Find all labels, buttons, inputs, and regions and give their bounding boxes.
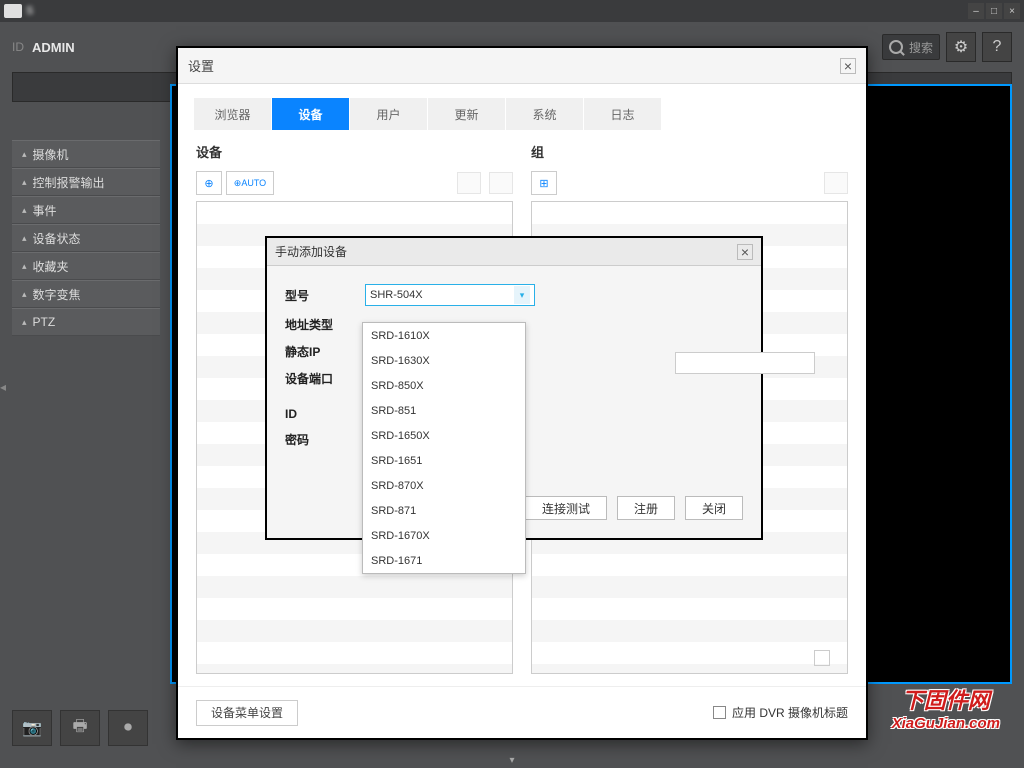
remove-device-button xyxy=(457,172,481,194)
id-label: ID xyxy=(12,40,24,54)
sidebar-item-alarm-output[interactable]: ▴ 控制报警输出 xyxy=(12,168,160,196)
settings-tabs: 浏览器 设备 用户 更新 系统 日志 xyxy=(194,98,850,130)
static-ip-label: 静态IP xyxy=(285,343,355,360)
close-icon[interactable]: × xyxy=(840,58,856,74)
close-icon[interactable]: × xyxy=(737,244,753,260)
window-titlebar: S – □ × xyxy=(0,0,1024,22)
add-device-title: 手动添加设备 xyxy=(275,243,347,260)
model-dropdown-list: SRD-1610X SRD-1630X SRD-850X SRD-851 SRD… xyxy=(362,322,526,574)
sidebar-item-ptz[interactable]: ▴ PTZ xyxy=(12,308,160,336)
sidebar-item-label: 控制报警输出 xyxy=(33,174,105,191)
app-name: S xyxy=(26,5,33,17)
dropdown-option[interactable]: SRD-1650X xyxy=(363,423,525,448)
chevron-up-icon: ▴ xyxy=(22,149,27,160)
connection-test-button[interactable]: 连接测试 xyxy=(525,496,607,520)
sidebar-item-label: 设备状态 xyxy=(33,230,81,247)
watermark-en: XiaGuJian.com xyxy=(892,715,1000,732)
tab-log[interactable]: 日志 xyxy=(584,98,662,130)
camera-auto-icon: ⊕ xyxy=(234,178,242,189)
app-logo-icon xyxy=(4,4,22,18)
close-button[interactable]: 关闭 xyxy=(685,496,743,520)
model-combobox[interactable]: SHR-504X ▾ xyxy=(365,284,535,306)
search-placeholder: 搜索 xyxy=(909,39,933,56)
static-ip-input[interactable] xyxy=(675,352,815,374)
dropdown-option[interactable]: SRD-1630X xyxy=(363,348,525,373)
watermark-cn: 下固件网 xyxy=(892,683,1000,715)
print-button[interactable]: 🖶 xyxy=(60,710,100,746)
password-label: 密码 xyxy=(285,431,355,448)
dropdown-option[interactable]: SRD-1651 xyxy=(363,448,525,473)
settings-button[interactable]: ⚙ xyxy=(946,32,976,62)
sidebar-item-label: PTZ xyxy=(33,315,56,329)
chevron-up-icon: ▴ xyxy=(22,261,27,272)
sidebar-item-label: 收藏夹 xyxy=(33,258,69,275)
group-column-title: 组 xyxy=(531,142,848,161)
checkbox-icon xyxy=(713,706,726,719)
record-button[interactable]: ⏺ xyxy=(108,710,148,746)
sidebar-item-favorites[interactable]: ▴ 收藏夹 xyxy=(12,252,160,280)
apply-dvr-label: 应用 DVR 摄像机标题 xyxy=(732,704,848,721)
settings-dialog-title: 设置 xyxy=(188,56,214,75)
close-window-button[interactable]: × xyxy=(1004,3,1020,19)
address-type-label: 地址类型 xyxy=(285,316,355,333)
chevron-up-icon: ▴ xyxy=(22,317,27,328)
chevron-up-icon: ▴ xyxy=(22,233,27,244)
device-column-title: 设备 xyxy=(196,142,513,161)
tab-system[interactable]: 系统 xyxy=(506,98,584,130)
chevron-up-icon: ▴ xyxy=(22,205,27,216)
model-label: 型号 xyxy=(285,287,355,304)
sidebar-item-device-status[interactable]: ▴ 设备状态 xyxy=(12,224,160,252)
dropdown-option[interactable]: SRD-851 xyxy=(363,398,525,423)
device-port-label: 设备端口 xyxy=(285,370,355,387)
minimize-button[interactable]: – xyxy=(968,3,984,19)
dropdown-option[interactable]: SRD-850X xyxy=(363,373,525,398)
group-plus-icon: ⊞ xyxy=(539,177,548,190)
sidebar-item-camera[interactable]: ▴ 摄像机 xyxy=(12,140,160,168)
sidebar-item-digital-zoom[interactable]: ▴ 数字变焦 xyxy=(12,280,160,308)
id-value: ADMIN xyxy=(32,40,75,55)
model-selected-value: SHR-504X xyxy=(370,289,423,301)
dropdown-option[interactable]: SRD-1610X xyxy=(363,323,525,348)
tab-device[interactable]: 设备 xyxy=(272,98,350,130)
sidebar-item-label: 数字变焦 xyxy=(33,286,81,303)
search-icon xyxy=(889,40,903,54)
expand-arrow-icon[interactable]: ▾ xyxy=(509,755,514,766)
apply-dvr-checkbox[interactable]: 应用 DVR 摄像机标题 xyxy=(713,704,848,721)
maximize-button[interactable]: □ xyxy=(986,3,1002,19)
tab-user[interactable]: 用户 xyxy=(350,98,428,130)
search-box[interactable]: 搜索 xyxy=(882,34,940,60)
help-button[interactable]: ? xyxy=(982,32,1012,62)
add-group-button[interactable]: ⊞ xyxy=(531,171,557,195)
settings-dialog-header: 设置 × xyxy=(178,48,866,84)
dropdown-option[interactable]: SRD-1671 xyxy=(363,548,525,573)
chevron-up-icon: ▴ xyxy=(22,289,27,300)
collapse-arrow-icon[interactable]: ◂ xyxy=(0,380,6,394)
sidebar-item-label: 事件 xyxy=(33,202,57,219)
snapshot-button[interactable]: 📷 xyxy=(12,710,52,746)
device-menu-settings-button[interactable]: 设备菜单设置 xyxy=(196,700,298,726)
dropdown-option[interactable]: SRD-1670X xyxy=(363,523,525,548)
sidebar-item-label: 摄像机 xyxy=(33,146,69,163)
register-button[interactable]: 注册 xyxy=(617,496,675,520)
add-device-button[interactable]: ⊕ xyxy=(196,171,222,195)
camera-plus-icon: ⊕ xyxy=(204,177,213,190)
auto-add-button[interactable]: ⊕AUTO xyxy=(226,171,274,195)
dropdown-option[interactable]: SRD-871 xyxy=(363,498,525,523)
edit-group-button xyxy=(824,172,848,194)
chevron-up-icon: ▴ xyxy=(22,177,27,188)
corner-checkbox[interactable] xyxy=(814,650,830,666)
chevron-down-icon: ▾ xyxy=(514,286,530,304)
dropdown-option[interactable]: SRD-870X xyxy=(363,473,525,498)
edit-device-button xyxy=(489,172,513,194)
tab-browser[interactable]: 浏览器 xyxy=(194,98,272,130)
tab-update[interactable]: 更新 xyxy=(428,98,506,130)
sidebar-item-event[interactable]: ▴ 事件 xyxy=(12,196,160,224)
left-sidebar: ▴ 摄像机 ▴ 控制报警输出 ▴ 事件 ▴ 设备状态 ▴ 收藏夹 ▴ 数字变焦 ▴ PTZ xyxy=(12,140,160,336)
id-field-label: ID xyxy=(285,407,355,421)
add-device-header: 手动添加设备 × xyxy=(267,238,761,266)
watermark: 下固件网 XiaGuJian.com xyxy=(892,683,1000,732)
